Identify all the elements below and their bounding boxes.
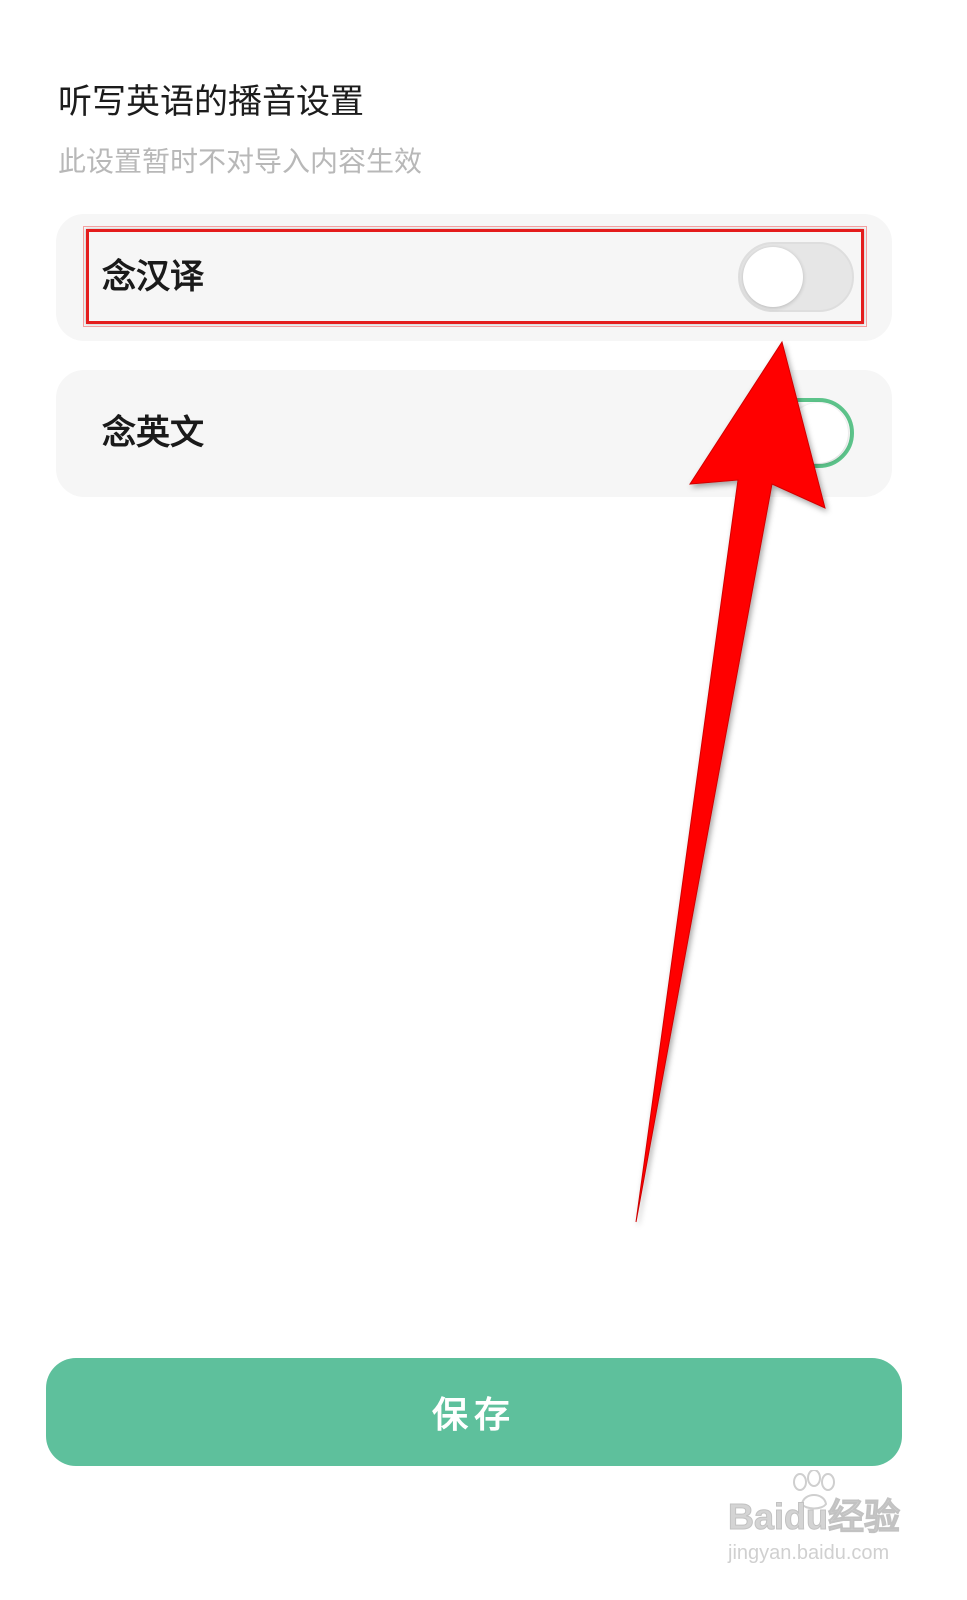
toggle-read-chinese[interactable]	[738, 242, 854, 312]
watermark-url: jingyan.baidu.com	[728, 1542, 890, 1564]
setting-row-read-chinese: 念汉译	[56, 214, 892, 341]
baidu-watermark: Baidu经验 jingyan.baidu.com	[727, 1470, 908, 1580]
watermark-brand: Baidu经验	[727, 1496, 901, 1538]
setting-label-read-chinese: 念汉译	[102, 257, 204, 297]
page-title: 听写英语的播音设置	[58, 82, 364, 122]
setting-label-read-english: 念英文	[102, 413, 204, 453]
baidu-paw-icon	[793, 1470, 835, 1510]
toggle-knob	[743, 247, 803, 307]
toggle-knob	[788, 403, 848, 463]
toggle-read-english[interactable]	[738, 398, 854, 468]
save-button[interactable]: 保存	[46, 1358, 902, 1466]
setting-row-read-english: 念英文	[56, 370, 892, 497]
page-subtitle: 此设置暂时不对导入内容生效	[58, 145, 423, 178]
